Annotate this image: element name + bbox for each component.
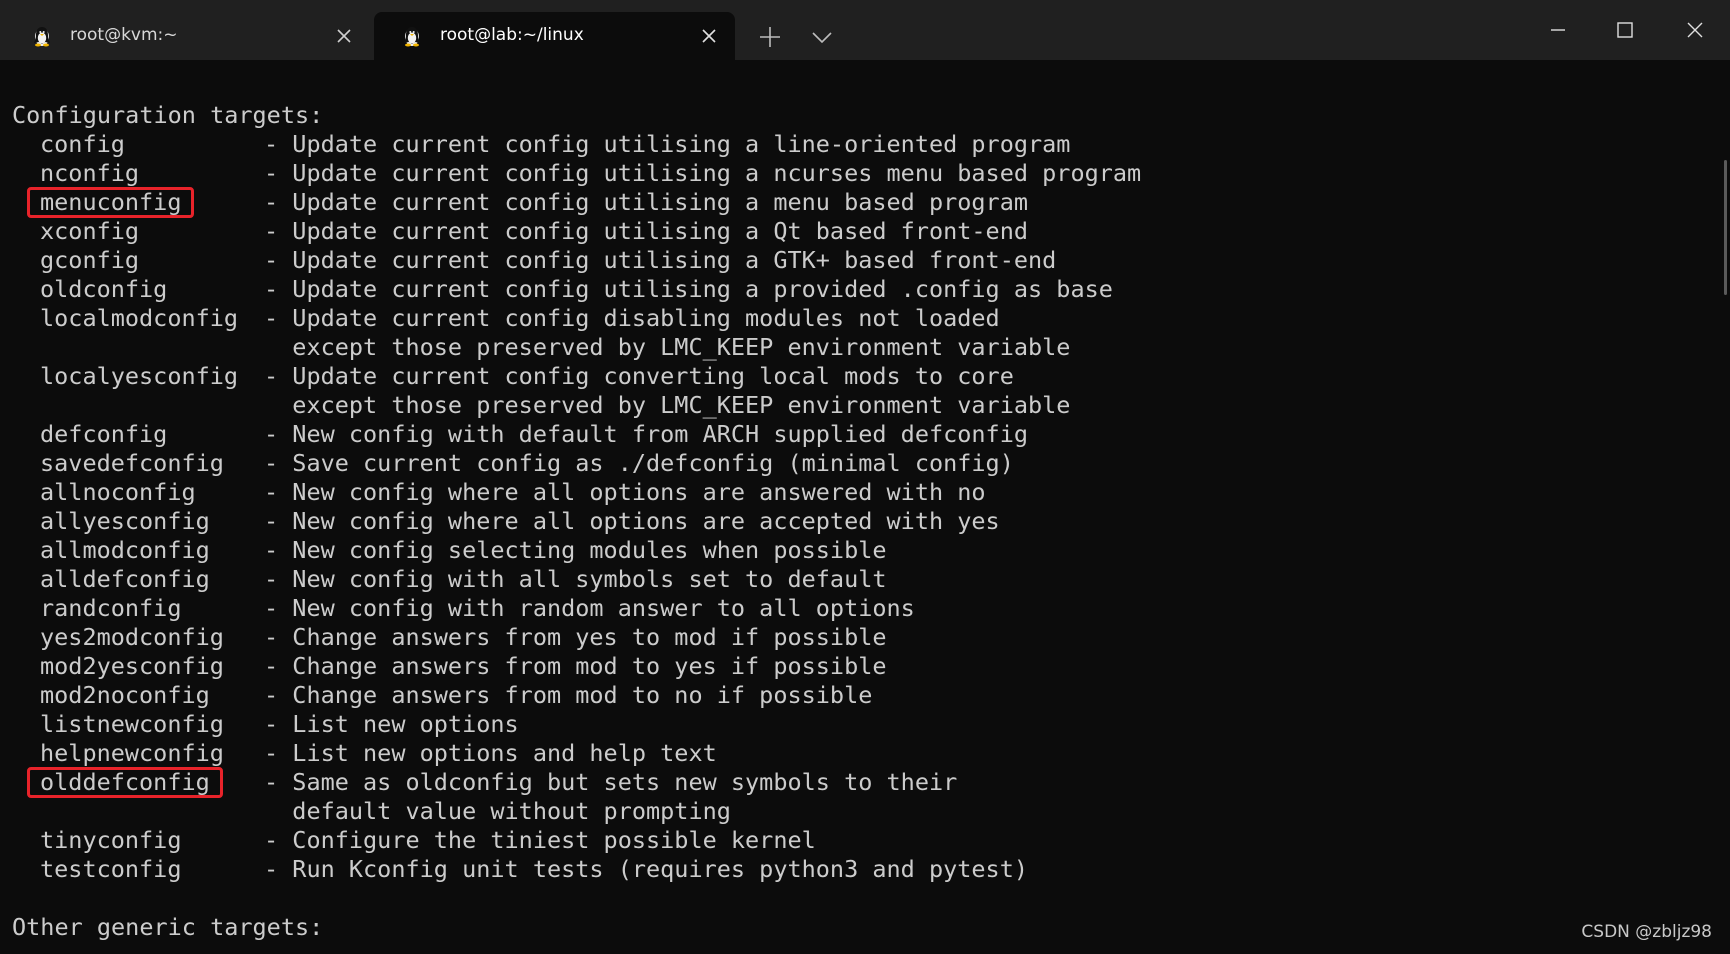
target-name: menuconfig [40, 188, 182, 216]
target-row-savedefconfig: savedefconfig - Save current config as ./… [0, 449, 1700, 478]
target-row-defconfig: defconfig - New config with default from … [0, 420, 1700, 449]
target-description: - Update current config utilising a menu… [264, 188, 1029, 216]
target-name: savedefconfig [40, 449, 224, 477]
target-row-yes2modconfig: yes2modconfig - Change answers from yes t… [0, 623, 1700, 652]
target-description: - New config where all options are answe… [264, 478, 986, 506]
tux-penguin-icon [34, 27, 50, 47]
target-name: allmodconfig [40, 536, 210, 564]
target-description: - Change answers from mod to yes if poss… [264, 652, 887, 680]
target-name: testconfig [40, 855, 182, 883]
minimize-icon[interactable] [1538, 10, 1578, 50]
target-description: - Update current config disabling module… [264, 304, 1000, 332]
target-row-nconfig: nconfig - Update current config utilising… [0, 159, 1700, 188]
target-row-mod2yesconfig: mod2yesconfig - Change answers from mod t… [0, 652, 1700, 681]
target-description: - New config with random answer to all o… [264, 594, 915, 622]
target-row-continuation: default value without prompting [0, 797, 1700, 826]
target-row-continuation: except those preserved by LMC_KEEP envir… [0, 333, 1700, 362]
close-icon[interactable] [332, 24, 356, 48]
target-row-randconfig: randconfig - New config with random answe… [0, 594, 1700, 623]
target-name: randconfig [40, 594, 182, 622]
target-description: - Configure the tiniest possible kernel [264, 826, 816, 854]
target-description: except those preserved by LMC_KEEP envir… [264, 391, 1071, 419]
close-icon[interactable] [697, 24, 721, 48]
target-description: - Change answers from yes to mod if poss… [264, 623, 887, 651]
target-name: oldconfig [40, 275, 168, 303]
target-row-olddefconfig: olddefconfig - Same as oldconfig but sets… [0, 768, 1700, 797]
target-row-allyesconfig: allyesconfig - New config where all optio… [0, 507, 1700, 536]
target-name: mod2yesconfig [40, 652, 224, 680]
target-name: xconfig [40, 217, 140, 245]
plus-icon[interactable] [756, 23, 784, 51]
target-name: mod2noconfig [40, 681, 210, 709]
target-row-continuation: except those preserved by LMC_KEEP envir… [0, 391, 1700, 420]
chevron-down-icon[interactable] [808, 23, 836, 51]
maximize-icon[interactable] [1605, 10, 1645, 50]
target-row-localyesconfig: localyesconfig - Update current config co… [0, 362, 1700, 391]
target-row-menuconfig: menuconfig - Update current config utilis… [0, 188, 1700, 217]
section-heading-other: Other generic targets: [12, 913, 324, 941]
tab-bar: root@kvm:~ root@lab:~/linux [0, 0, 1730, 60]
target-name: config [40, 130, 125, 158]
target-description: - Update current config utilising a Qt b… [264, 217, 1029, 245]
terminal-window: root@kvm:~ root@lab:~/linux Configuratio… [0, 0, 1730, 954]
target-name: tinyconfig [40, 826, 182, 854]
target-row-tinyconfig: tinyconfig - Configure the tiniest possib… [0, 826, 1700, 855]
target-description: - Update current config utilising a line… [264, 130, 1071, 158]
terminal-output[interactable]: Configuration targets: config - Update cu… [0, 60, 1714, 954]
watermark: CSDN @zbljz98 [1581, 922, 1712, 942]
target-row-xconfig: xconfig - Update current config utilising… [0, 217, 1700, 246]
target-name: localyesconfig [40, 362, 239, 390]
target-description: - New config where all options are accep… [264, 507, 1000, 535]
target-row-listnewconfig: listnewconfig - List new options [0, 710, 1700, 739]
target-description: - New config selecting modules when poss… [264, 536, 887, 564]
target-name: yes2modconfig [40, 623, 224, 651]
target-description: - Same as oldconfig but sets new symbols… [264, 768, 958, 796]
target-row-allnoconfig: allnoconfig - New config where all option… [0, 478, 1700, 507]
target-name: defconfig [40, 420, 168, 448]
target-row-alldefconfig: alldefconfig - New config with all symbol… [0, 565, 1700, 594]
target-description: - Update current config converting local… [264, 362, 1014, 390]
target-name: nconfig [40, 159, 140, 187]
target-description: default value without prompting [264, 797, 731, 825]
target-description: - List new options [264, 710, 519, 738]
target-row-helpnewconfig: helpnewconfig - List new options and help… [0, 739, 1700, 768]
target-description: except those preserved by LMC_KEEP envir… [264, 333, 1071, 361]
target-description: - Update current config utilising a prov… [264, 275, 1113, 303]
target-row-testconfig: testconfig - Run Kconfig unit tests (requ… [0, 855, 1700, 884]
target-description: - Save current config as ./defconfig (mi… [264, 449, 1014, 477]
tab-root-lab[interactable]: root@lab:~/linux [374, 12, 735, 60]
target-name: listnewconfig [40, 710, 224, 738]
target-row-mod2noconfig: mod2noconfig - Change answers from mod to… [0, 681, 1700, 710]
target-description: - Update current config utilising a ncur… [264, 159, 1142, 187]
scrollbar[interactable] [1714, 60, 1730, 954]
target-description: - List new options and help text [264, 739, 717, 767]
target-description: - Update current config utilising a GTK+… [264, 246, 1057, 274]
section-heading-configuration: Configuration targets: [12, 101, 324, 129]
target-name: allnoconfig [40, 478, 196, 506]
target-description: - New config with all symbols set to def… [264, 565, 887, 593]
target-row-gconfig: gconfig - Update current config utilising… [0, 246, 1700, 275]
target-name: localmodconfig [40, 304, 239, 332]
target-row-localmodconfig: localmodconfig - Update current config di… [0, 304, 1700, 333]
target-row-allmodconfig: allmodconfig - New config selecting modul… [0, 536, 1700, 565]
target-name: gconfig [40, 246, 140, 274]
target-name: olddefconfig [40, 768, 210, 796]
target-row-config: config - Update current config utilising … [0, 130, 1700, 159]
close-icon[interactable] [1675, 10, 1715, 50]
target-description: - Run Kconfig unit tests (requires pytho… [264, 855, 1029, 883]
scrollbar-thumb[interactable] [1724, 160, 1727, 295]
target-description: - New config with default from ARCH supp… [264, 420, 1029, 448]
tux-penguin-icon [404, 27, 420, 47]
target-name: allyesconfig [40, 507, 210, 535]
tab-root-kvm[interactable]: root@kvm:~ [4, 12, 370, 60]
target-row-oldconfig: oldconfig - Update current config utilisi… [0, 275, 1700, 304]
target-name: alldefconfig [40, 565, 210, 593]
tab-title: root@lab:~/linux [440, 25, 584, 45]
target-name: helpnewconfig [40, 739, 224, 767]
tab-title: root@kvm:~ [70, 25, 178, 45]
target-description: - Change answers from mod to no if possi… [264, 681, 873, 709]
